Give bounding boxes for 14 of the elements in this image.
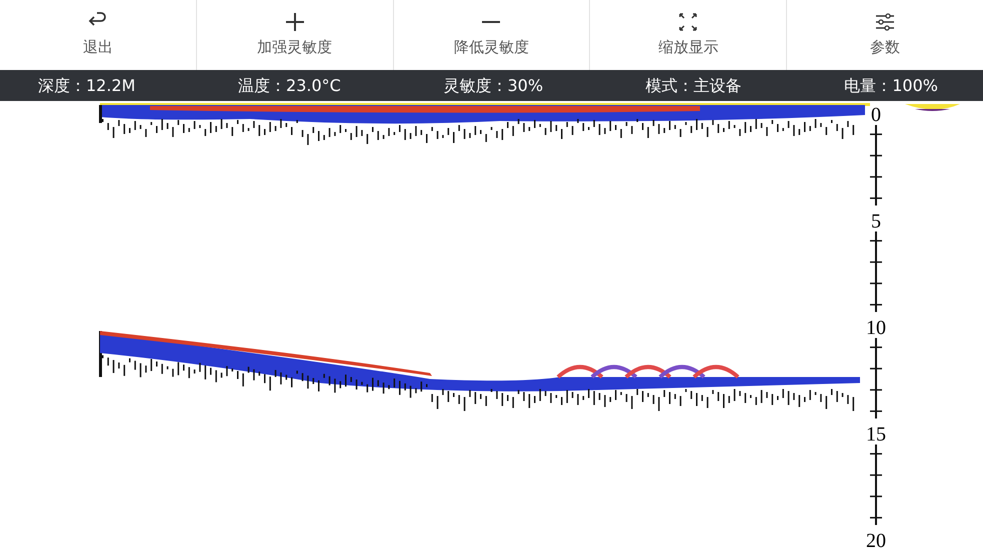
status-reading: 灵敏度：30%	[443, 74, 544, 96]
status-reading: 温度：23.0°C	[238, 74, 341, 96]
sliders-icon	[875, 12, 896, 32]
status-reading: 模式：主设备	[646, 74, 742, 96]
depth-label: 20	[866, 530, 886, 552]
plus-icon	[284, 12, 305, 32]
status-reading: 电量：100%	[844, 74, 938, 96]
expand-arrows-icon	[678, 12, 698, 32]
status-reading: 深度：12.2M	[38, 74, 136, 96]
depth-label: 15	[866, 424, 886, 446]
depth-label: 10	[866, 317, 886, 339]
depth-label: 0	[871, 104, 881, 126]
depth-label: 5	[871, 210, 881, 232]
minus-icon	[481, 20, 502, 23]
